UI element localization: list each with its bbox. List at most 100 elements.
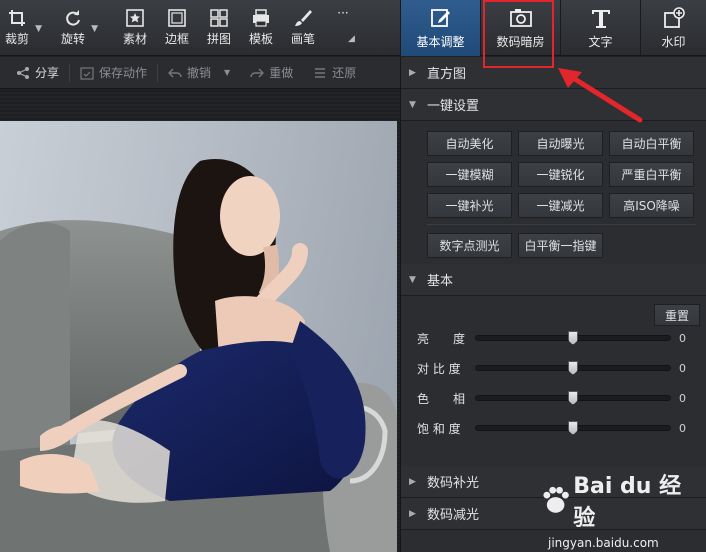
brush-tool[interactable]: 画笔 <box>288 0 318 56</box>
auto-exposure-button[interactable]: 自动曝光 <box>518 131 603 156</box>
more-icon: ··· <box>337 6 349 20</box>
slider-thumb[interactable] <box>568 361 578 375</box>
undo-button[interactable]: 撤销 ▼ <box>158 57 240 89</box>
histogram-section[interactable]: ▶ 直方图 <box>401 57 706 89</box>
basic-section[interactable]: ▼ 基本 <box>401 264 706 296</box>
auto-white-balance-button[interactable]: 自动白平衡 <box>609 131 694 156</box>
slider-track[interactable] <box>475 361 671 375</box>
chevron-right-icon: ▶ <box>409 67 416 78</box>
save-action-icon <box>80 66 94 80</box>
slider-thumb[interactable] <box>568 391 578 405</box>
one-key-blur-button[interactable]: 一键模糊 <box>427 162 512 187</box>
strict-white-balance-button[interactable]: 严重白平衡 <box>609 162 694 187</box>
border-label: 边框 <box>164 32 189 46</box>
history-bar: 分享 保存动作 撤销 ▼ 重做 还原 <box>0 57 400 89</box>
redo-icon <box>250 68 265 77</box>
tab-watermark[interactable]: 水印 <box>640 0 706 56</box>
slider-label: 色 相 <box>417 391 466 406</box>
undo-icon <box>168 68 182 77</box>
slider-thumb[interactable] <box>568 331 578 345</box>
slider-value: 0 <box>679 391 686 405</box>
white-balance-pick-button[interactable]: 白平衡一指键 <box>518 233 603 258</box>
more-tool[interactable]: ··· <box>328 0 358 56</box>
tab-digital-darkroom[interactable]: 数码暗房 <box>480 0 560 56</box>
frame-icon <box>168 9 186 27</box>
collage-tool[interactable]: 拼图 <box>204 0 234 56</box>
spot-metering-button[interactable]: 数字点测光 <box>427 233 512 258</box>
restore-button[interactable]: 还原 <box>303 57 366 89</box>
tab-label: 基本调整 <box>416 34 465 49</box>
divider <box>427 224 696 225</box>
share-icon <box>17 66 29 79</box>
slider-value: 0 <box>679 421 686 435</box>
slider-thumb[interactable] <box>568 421 578 435</box>
chevron-down-icon[interactable]: ▼ <box>35 24 42 34</box>
edited-photo[interactable] <box>0 121 397 552</box>
high-iso-denoise-button[interactable]: 高ISO降噪 <box>609 193 694 218</box>
redo-button[interactable]: 重做 <box>240 57 303 89</box>
annotation-arrow-icon <box>558 68 643 123</box>
rotate-tool[interactable]: 旋转 ▼ <box>58 0 98 56</box>
undo-label: 撤销 <box>187 66 212 80</box>
template-icon <box>253 9 269 27</box>
auto-beautify-button[interactable]: 自动美化 <box>427 131 512 156</box>
slider-value: 0 <box>679 331 686 345</box>
edit-icon <box>430 8 450 27</box>
saturation-slider: 饱 和 度 0 <box>417 418 697 438</box>
tab-label: 水印 <box>661 34 686 49</box>
one-key-section[interactable]: ▼ 一键设置 <box>401 89 706 121</box>
save-action-label: 保存动作 <box>99 66 148 80</box>
material-tool[interactable]: 素材 <box>120 0 150 56</box>
share-label: 分享 <box>35 66 60 80</box>
hue-slider: 色 相 0 <box>417 388 697 408</box>
restore-label: 还原 <box>332 66 357 80</box>
chevron-down-icon: ▼ <box>409 274 416 285</box>
watermark-icon <box>663 6 685 28</box>
tab-label: 文字 <box>588 34 613 49</box>
section-title: 数码补光 <box>427 476 480 491</box>
slider-track[interactable] <box>475 421 671 435</box>
contrast-slider: 对 比 度 0 <box>417 358 697 378</box>
material-label: 素材 <box>122 32 147 46</box>
brush-label: 画笔 <box>290 32 315 46</box>
grid-icon <box>210 9 228 27</box>
photo-illustration <box>0 159 397 552</box>
share-button[interactable]: 分享 <box>0 57 69 89</box>
rotate-label: 旋转 <box>60 32 85 46</box>
border-tool[interactable]: 边框 <box>162 0 192 56</box>
redo-label: 重做 <box>269 66 294 80</box>
slider-label: 饱 和 度 <box>417 421 461 436</box>
one-key-buttons: 自动美化 自动曝光 自动白平衡 一键模糊 一键锐化 严重白平衡 一键补光 一键减… <box>401 121 706 218</box>
metering-buttons: 数字点测光 白平衡一指键 <box>401 233 706 258</box>
basic-sliders: 重置 亮 度 0 对 比 度 0 色 相 0 饱 和 度 0 <box>401 296 706 466</box>
section-title: 基本 <box>427 274 454 289</box>
chevron-down-icon[interactable]: ◢ <box>348 34 355 44</box>
one-key-fill-light-button[interactable]: 一键补光 <box>427 193 512 218</box>
crop-icon <box>9 10 25 26</box>
reset-button[interactable]: 重置 <box>654 304 700 326</box>
panel-tabs: 基本调整 数码暗房 文字 水印 <box>400 0 706 56</box>
rotate-icon <box>66 10 80 26</box>
one-key-sharpen-button[interactable]: 一键锐化 <box>518 162 603 187</box>
slider-track[interactable] <box>475 331 671 345</box>
main-toolbar: 裁剪 ▼ 旋转 ▼ 素材 边框 拼图 模板 画笔 ··· ◢ 基本调整 数码暗房 <box>0 0 706 56</box>
image-canvas[interactable] <box>0 90 400 552</box>
template-tool[interactable]: 模板 <box>246 0 276 56</box>
section-title: 一键设置 <box>427 99 480 114</box>
watermark-brand: Bai du 经验 <box>540 468 700 532</box>
brush-icon <box>295 10 312 26</box>
crop-label: 裁剪 <box>4 32 29 46</box>
one-key-reduce-light-button[interactable]: 一键减光 <box>518 193 603 218</box>
slider-track[interactable] <box>475 391 671 405</box>
tab-text[interactable]: 文字 <box>560 0 640 56</box>
chevron-right-icon: ▶ <box>409 508 416 519</box>
section-title: 直方图 <box>427 67 467 82</box>
slider-label: 对 比 度 <box>417 361 461 376</box>
crop-tool[interactable]: 裁剪 ▼ <box>2 0 42 56</box>
chevron-down-icon[interactable]: ▼ <box>91 24 98 34</box>
slider-value: 0 <box>679 361 686 375</box>
save-action-button[interactable]: 保存动作 <box>70 57 157 89</box>
tab-basic-adjust[interactable]: 基本调整 <box>400 0 480 56</box>
collage-label: 拼图 <box>206 32 231 46</box>
chevron-down-icon[interactable]: ▼ <box>224 68 230 77</box>
